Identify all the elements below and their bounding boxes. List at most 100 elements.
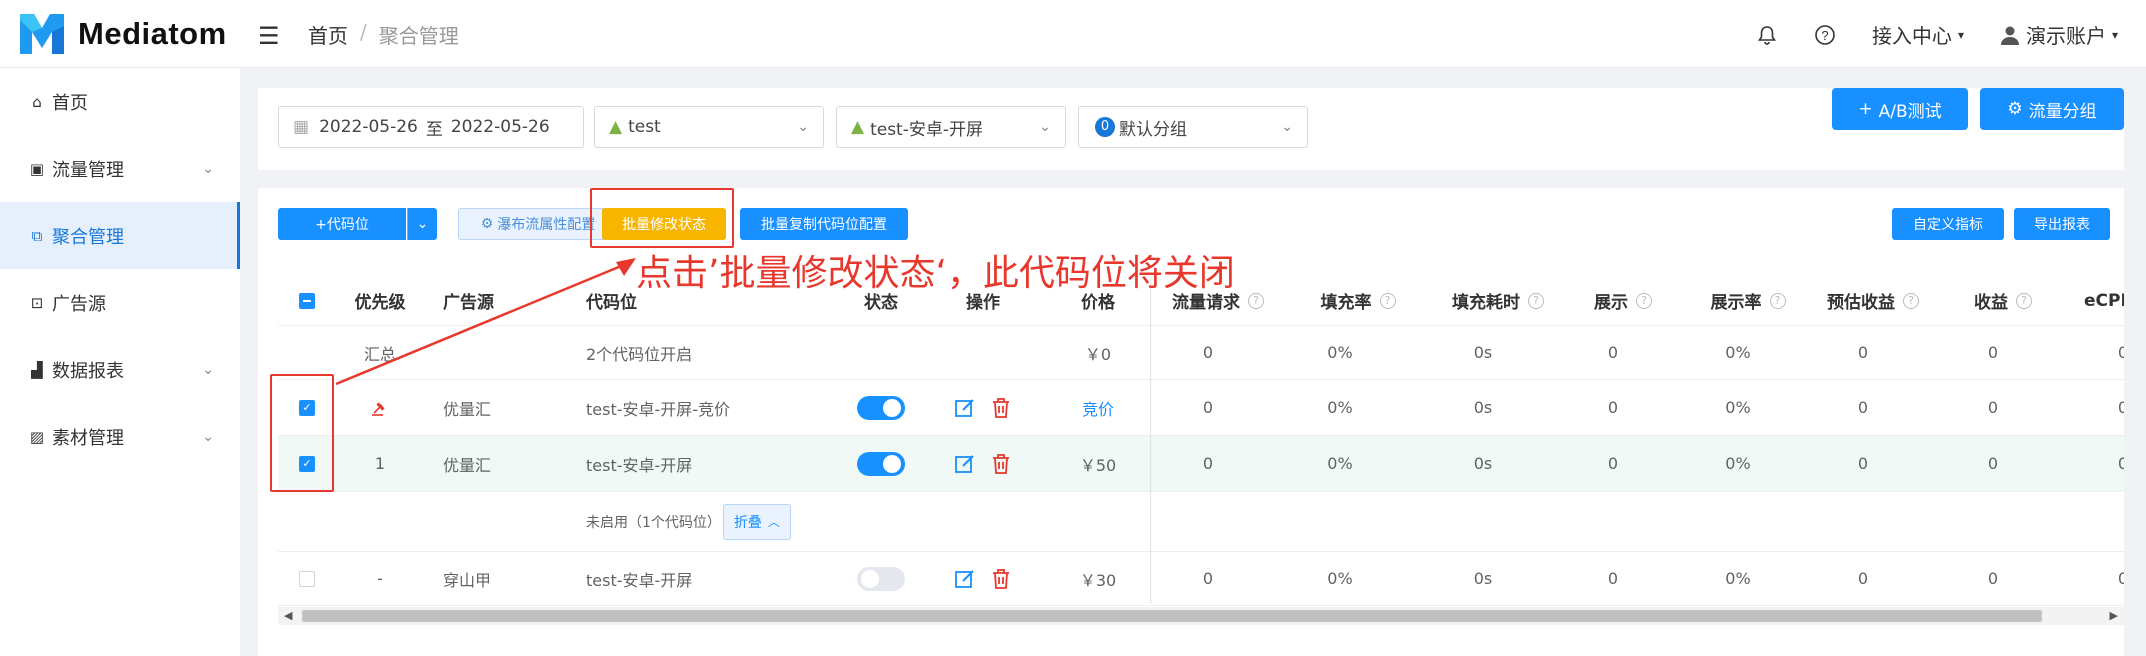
chevron-down-icon: ⌄ bbox=[202, 428, 214, 445]
breadcrumb-home[interactable]: 首页 bbox=[308, 20, 348, 49]
scroll-right-icon[interactable]: ▶ bbox=[2110, 609, 2118, 622]
calendar-icon: ▦ bbox=[293, 117, 310, 137]
col-fill-rate: 填充率? bbox=[1298, 276, 1418, 325]
add-code-button[interactable]: +代码位 bbox=[278, 208, 406, 240]
batch-copy-button[interactable]: 批量复制代码位配置 bbox=[740, 208, 908, 240]
row-impression-rate: 0% bbox=[1725, 454, 1751, 473]
select-all-checkbox[interactable] bbox=[299, 292, 315, 309]
android-icon: ▲ bbox=[851, 117, 865, 137]
row-price[interactable]: 竞价 bbox=[1048, 380, 1148, 435]
logo[interactable]: Mediatom bbox=[18, 12, 227, 56]
sidebar-item-traffic[interactable]: ▣ 流量管理 ⌄ bbox=[0, 135, 240, 202]
waterfall-config-label: 瀑布流属性配置 bbox=[497, 217, 596, 233]
col-ecpm: eCPM bbox=[2084, 290, 2124, 311]
row-source: 穿山甲 bbox=[443, 570, 492, 590]
status-toggle[interactable] bbox=[857, 451, 905, 476]
row-impressions: 0 bbox=[1607, 569, 1619, 588]
group-select[interactable]: 0 默认分组 ⌄ bbox=[1078, 106, 1308, 148]
horizontal-scrollbar[interactable]: ◀ ▶ bbox=[278, 607, 2124, 625]
row-priority: - bbox=[377, 569, 383, 588]
row-code: test-安卓-开屏 bbox=[586, 570, 693, 590]
caret-down-icon: ▾ bbox=[2111, 27, 2118, 42]
plus-icon: + bbox=[1858, 99, 1873, 119]
row-fill-time: 0s bbox=[1473, 454, 1493, 473]
summary-price: ￥0 bbox=[1084, 344, 1112, 364]
scrollbar-thumb[interactable] bbox=[302, 610, 2042, 622]
breadcrumb-separator: / bbox=[360, 20, 367, 44]
placement-select[interactable]: ▲ test-安卓-开屏 ⌄ bbox=[836, 106, 1066, 148]
aggregate-icon: ⧉ bbox=[31, 226, 43, 245]
status-toggle[interactable] bbox=[857, 395, 905, 420]
sidebar-item-home[interactable]: ⌂ 首页 bbox=[0, 68, 240, 135]
mediatom-logo-icon bbox=[20, 14, 64, 54]
row-impression-rate: 0% bbox=[1725, 398, 1751, 417]
account-menu[interactable]: 演示账户 ▾ bbox=[2000, 20, 2118, 49]
help-icon[interactable]: ? bbox=[1379, 292, 1396, 309]
help-icon[interactable]: ? bbox=[1248, 292, 1264, 309]
menu-toggle-icon[interactable]: ☰ bbox=[258, 22, 280, 50]
sidebar-item-label: 广告源 bbox=[52, 293, 106, 315]
scroll-left-icon[interactable]: ◀ bbox=[284, 609, 292, 622]
help-icon[interactable]: ? bbox=[1903, 292, 1919, 309]
add-code-dropdown[interactable]: ⌄ bbox=[407, 208, 437, 240]
row-price: ￥30 bbox=[1079, 570, 1117, 590]
edit-icon[interactable] bbox=[954, 397, 976, 419]
date-start: 2022-05-26 bbox=[319, 117, 418, 137]
row-fill-rate: 0% bbox=[1327, 569, 1353, 588]
traffic-group-button[interactable]: ⚙ 流量分组 bbox=[1980, 88, 2124, 130]
sidebar-item-label: 首页 bbox=[52, 92, 88, 114]
image-icon: ▨ bbox=[29, 427, 45, 446]
bell-icon[interactable] bbox=[1756, 24, 1778, 46]
android-icon: ▲ bbox=[609, 117, 623, 137]
sidebar-item-materials[interactable]: ▨ 素材管理 ⌄ bbox=[0, 403, 240, 470]
row-revenue: 0 bbox=[1987, 454, 1999, 473]
summary-revenue: 0 bbox=[1987, 343, 1999, 362]
summary-fill-time: 0s bbox=[1473, 343, 1493, 362]
help-icon[interactable]: ? bbox=[1769, 292, 1786, 309]
row-ecpm: 0 bbox=[2117, 569, 2124, 588]
status-toggle[interactable] bbox=[857, 566, 905, 591]
col-impressions: 展示? bbox=[1568, 276, 1678, 325]
edit-icon[interactable] bbox=[954, 568, 976, 590]
fold-button[interactable]: 折叠 ︿ bbox=[722, 503, 791, 540]
sidebar-item-label: 素材管理 bbox=[52, 427, 124, 449]
row-impressions: 0 bbox=[1607, 454, 1619, 473]
custom-metrics-button[interactable]: 自定义指标 bbox=[1892, 208, 2004, 240]
sidebar: ⌂ 首页 ▣ 流量管理 ⌄ ⧉ 聚合管理 ⊡ 广告源 ▟ 数据报表 ⌄ ▨ 素材… bbox=[0, 68, 240, 656]
col-est-revenue: 预估收益? bbox=[1808, 276, 1938, 325]
sidebar-item-aggregate[interactable]: ⧉ 聚合管理 bbox=[0, 202, 240, 269]
chevron-down-icon: ⌄ bbox=[1281, 119, 1293, 135]
date-range-separator: 至 bbox=[425, 119, 443, 140]
row-fill-time: 0s bbox=[1473, 569, 1493, 588]
row-impression-rate: 0% bbox=[1725, 569, 1751, 588]
delete-icon[interactable] bbox=[990, 568, 1012, 590]
ad-source-icon: ⊡ bbox=[30, 293, 44, 312]
help-icon[interactable]: ? bbox=[1528, 292, 1544, 309]
delete-icon[interactable] bbox=[990, 453, 1012, 475]
row-priority: 1 bbox=[374, 454, 386, 473]
sidebar-item-label: 聚合管理 bbox=[52, 226, 124, 248]
gear-icon: ⚙ bbox=[2007, 99, 2023, 119]
ab-test-button[interactable]: + A/B测试 bbox=[1832, 88, 1968, 130]
delete-icon[interactable] bbox=[990, 397, 1012, 419]
help-icon[interactable]: ? bbox=[2016, 292, 2032, 309]
date-range-picker[interactable]: ▦ 2022-05-26 至 2022-05-26 bbox=[278, 106, 584, 148]
row-ecpm: 0 bbox=[2117, 454, 2124, 473]
help-icon[interactable]: ? bbox=[1814, 24, 1836, 46]
sidebar-item-ad-source[interactable]: ⊡ 广告源 bbox=[0, 269, 240, 336]
sidebar-item-label: 流量管理 bbox=[52, 159, 124, 181]
app-select[interactable]: ▲ test ⌄ bbox=[594, 106, 824, 148]
export-report-button[interactable]: 导出报表 bbox=[2014, 208, 2110, 240]
disabled-group-label: 未启用（1个代码位） bbox=[586, 514, 721, 531]
summary-fill-rate: 0% bbox=[1327, 343, 1353, 362]
traffic-icon: ▣ bbox=[29, 159, 45, 178]
access-center-menu[interactable]: 接入中心 ▾ bbox=[1872, 20, 1964, 49]
chevron-up-icon: ︿ bbox=[767, 515, 780, 529]
help-icon[interactable]: ? bbox=[1636, 292, 1652, 309]
fixed-column-divider bbox=[1150, 276, 1152, 604]
row-checkbox[interactable] bbox=[299, 570, 315, 587]
chart-icon: ▟ bbox=[31, 360, 43, 379]
sidebar-item-reports[interactable]: ▟ 数据报表 ⌄ bbox=[0, 336, 240, 403]
row-fill-time: 0s bbox=[1473, 398, 1493, 417]
edit-icon[interactable] bbox=[954, 453, 976, 475]
